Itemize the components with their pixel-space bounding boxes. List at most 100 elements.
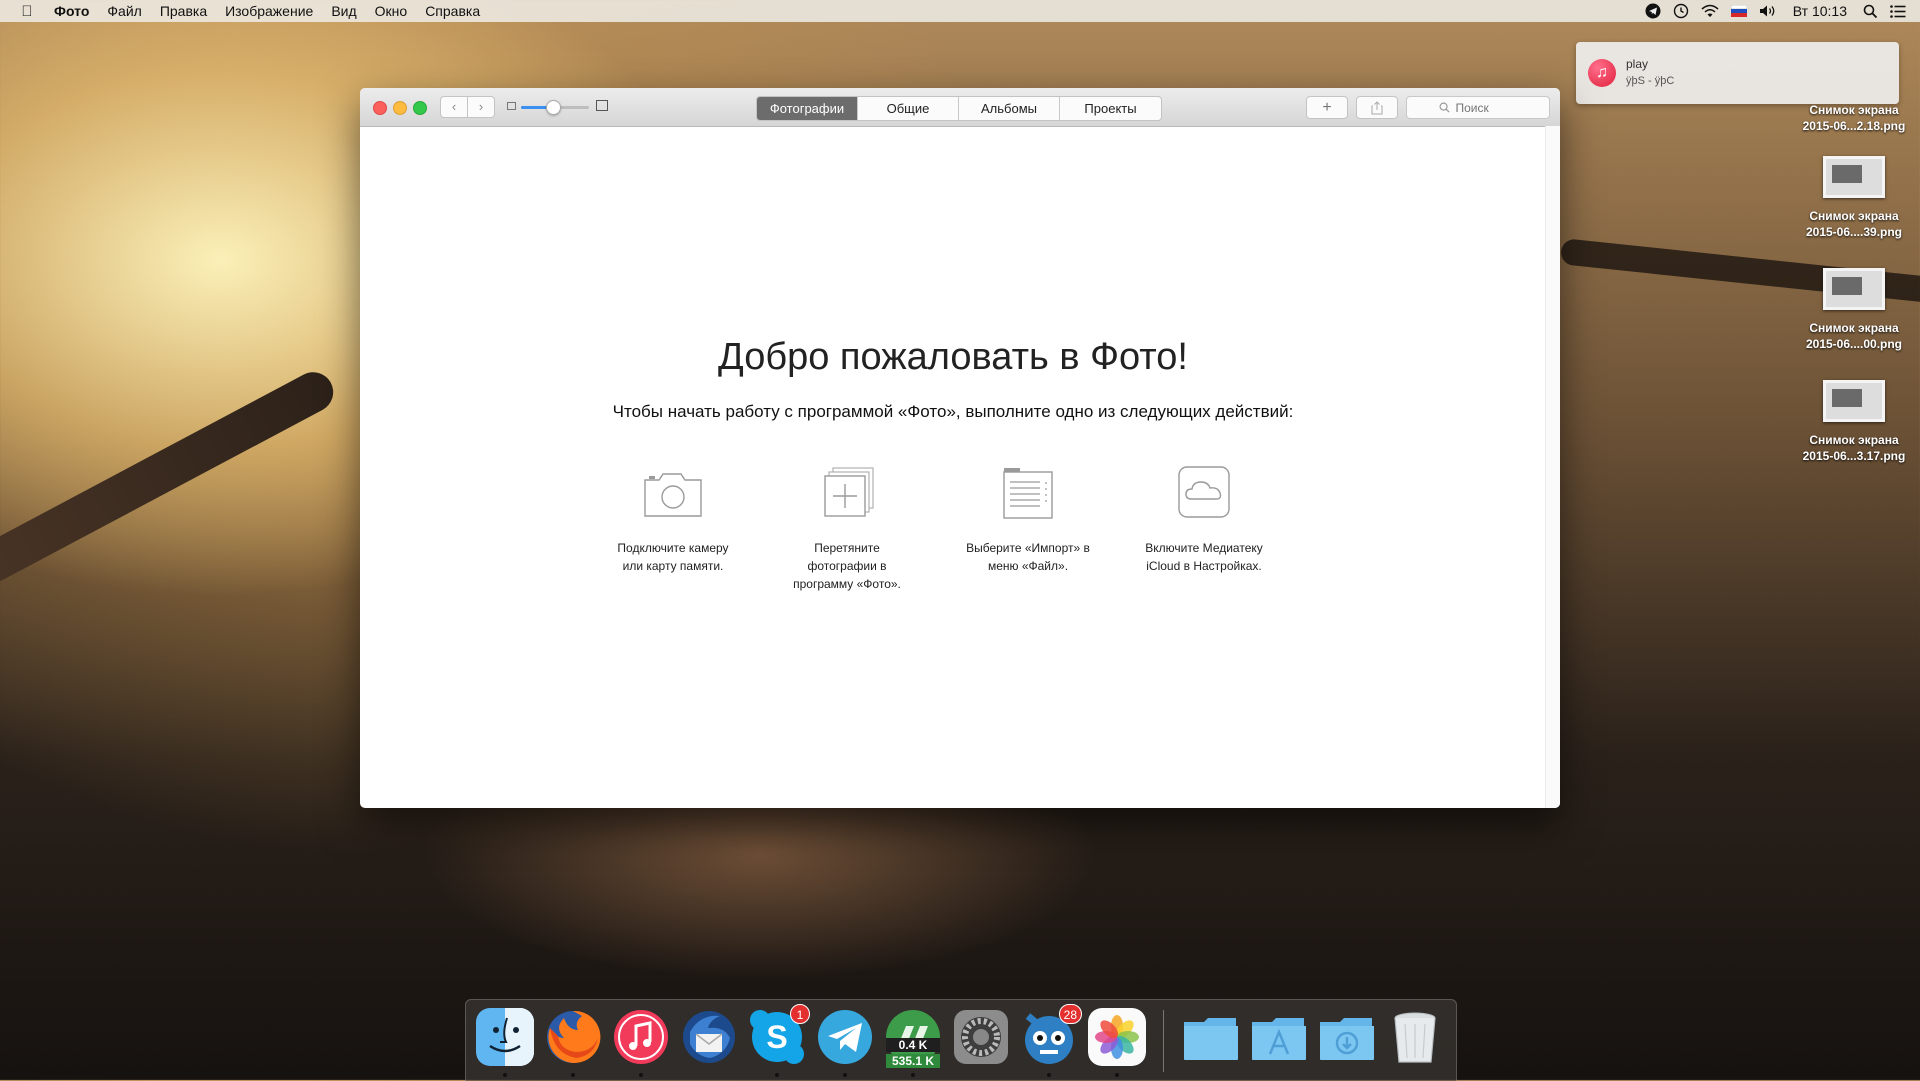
file-name-line1: Снимок экрана bbox=[1809, 433, 1899, 447]
thunderbird-icon bbox=[683, 1011, 735, 1063]
menu-help[interactable]: Справка bbox=[416, 3, 489, 19]
dock-photos[interactable] bbox=[1088, 1008, 1146, 1066]
notification-subtitle: ÿþS - ÿþC bbox=[1626, 75, 1675, 87]
drag-photos-icon bbox=[824, 467, 874, 517]
finder-icon bbox=[476, 1008, 534, 1066]
desktop-file-2[interactable]: Снимок экрана 2015-06....39.png bbox=[1789, 156, 1919, 240]
dock-telegram[interactable] bbox=[816, 1008, 874, 1066]
option-line: или карту памяти. bbox=[622, 559, 724, 573]
clock[interactable]: Вт 10:13 bbox=[1783, 3, 1857, 19]
minimize-button[interactable] bbox=[393, 101, 407, 115]
telegram-icon[interactable] bbox=[1639, 3, 1667, 19]
running-indicator bbox=[503, 1073, 507, 1077]
trash-icon bbox=[1394, 1012, 1436, 1063]
notification-center-icon[interactable] bbox=[1884, 4, 1920, 18]
tab-projects[interactable]: Проекты bbox=[1060, 97, 1161, 120]
dock-firefox[interactable] bbox=[544, 1008, 602, 1066]
menu-app-name[interactable]: Фото bbox=[38, 3, 98, 19]
desktop-file-label: Снимок экрана 2015-06....39.png bbox=[1789, 208, 1919, 240]
itunes-icon bbox=[614, 1010, 668, 1064]
downloads-folder-icon bbox=[1320, 1018, 1374, 1060]
running-indicator bbox=[775, 1073, 779, 1077]
dock-trash[interactable] bbox=[1386, 1008, 1444, 1066]
tab-shared[interactable]: Общие bbox=[858, 97, 959, 120]
share-icon bbox=[1371, 101, 1383, 115]
dock-downloads-folder[interactable] bbox=[1318, 1008, 1376, 1066]
search-input[interactable] bbox=[1453, 99, 1518, 116]
option-import-menu: Выберите «Импорт» в меню «Файл». bbox=[953, 466, 1103, 575]
dock-tweetbot[interactable]: 28 bbox=[1020, 1004, 1082, 1066]
chevron-left-icon: ‹ bbox=[451, 99, 457, 114]
tab-albums[interactable]: Альбомы bbox=[959, 97, 1060, 120]
notification-title: play bbox=[1626, 57, 1649, 71]
menu-bar:  Фото Файл Правка Изображение Вид Окно … bbox=[0, 0, 1920, 22]
tweetbot-badge: 28 bbox=[1058, 1004, 1082, 1024]
menu-window[interactable]: Окно bbox=[366, 3, 417, 19]
option-text: Включите Медиатеку iCloud в Настройках. bbox=[1129, 539, 1279, 575]
file-name-line2: 2015-06...3.17.png bbox=[1802, 449, 1906, 463]
dock-thunderbird[interactable] bbox=[680, 1008, 738, 1066]
volume-icon[interactable] bbox=[1753, 4, 1783, 18]
import-menu-icon bbox=[1003, 468, 1053, 519]
spotlight-icon[interactable] bbox=[1857, 4, 1884, 19]
running-indicator bbox=[639, 1073, 643, 1077]
running-indicator bbox=[843, 1073, 847, 1077]
menu-edit[interactable]: Правка bbox=[151, 3, 216, 19]
option-icloud-library: Включите Медиатеку iCloud в Настройках. bbox=[1129, 466, 1279, 575]
desktop-file-1[interactable]: Снимок экрана 2015-06...2.18.png bbox=[1789, 54, 1919, 134]
option-drag-photos: Перетяните фотографии в программу «Фото»… bbox=[772, 466, 922, 593]
option-line: Перетяните bbox=[814, 541, 880, 555]
file-name-line1: Снимок экрана bbox=[1809, 103, 1899, 117]
dock-applications-folder[interactable] bbox=[1250, 1008, 1308, 1066]
photos-window: ‹ › Фотографии Общие Альбомы Проекты + Д… bbox=[360, 88, 1560, 808]
fullscreen-button[interactable] bbox=[413, 101, 427, 115]
dock-documents-folder[interactable] bbox=[1182, 1008, 1240, 1066]
menu-view[interactable]: Вид bbox=[322, 3, 365, 19]
dock-separator bbox=[1163, 1010, 1164, 1072]
wifi-icon[interactable] bbox=[1695, 4, 1725, 18]
flag-ru-icon[interactable] bbox=[1725, 5, 1753, 17]
share-button[interactable] bbox=[1356, 96, 1398, 119]
close-button[interactable] bbox=[373, 101, 387, 115]
file-name-line2: 2015-06....00.png bbox=[1805, 337, 1903, 351]
dock-finder[interactable] bbox=[476, 1008, 534, 1066]
dock-skype[interactable]: S 1 bbox=[748, 1004, 810, 1066]
file-name-line2: 2015-06....39.png bbox=[1805, 225, 1903, 239]
apple-menu-icon[interactable]:  bbox=[16, 3, 38, 20]
photos-icon bbox=[1088, 1008, 1146, 1066]
menu-image[interactable]: Изображение bbox=[216, 3, 322, 19]
option-line: фотографии в bbox=[807, 559, 887, 573]
camera-icon bbox=[644, 473, 702, 517]
plus-icon: + bbox=[1322, 99, 1332, 116]
running-indicator bbox=[1047, 1073, 1051, 1077]
back-button[interactable]: ‹ bbox=[440, 96, 468, 118]
zoom-slider-knob[interactable] bbox=[545, 100, 561, 115]
download-speed: 535.1 K bbox=[886, 1054, 940, 1068]
dock-network-monitor[interactable]: 0.4 K 535.1 K bbox=[884, 1008, 942, 1068]
desktop-file-4[interactable]: Снимок экрана 2015-06...3.17.png bbox=[1789, 380, 1919, 464]
menu-file[interactable]: Файл bbox=[98, 3, 150, 19]
desktop-file-label: Снимок экрана 2015-06...3.17.png bbox=[1789, 432, 1919, 464]
option-line: меню «Файл». bbox=[987, 559, 1069, 573]
file-name-line1: Снимок экрана bbox=[1809, 321, 1899, 335]
search-field[interactable] bbox=[1406, 96, 1550, 119]
itunes-icon: ♫ bbox=[1588, 59, 1616, 87]
svg-text:S: S bbox=[766, 1019, 787, 1055]
time-machine-icon[interactable] bbox=[1667, 3, 1695, 19]
dock-system-preferences[interactable] bbox=[952, 1008, 1010, 1066]
desktop-file-label: Снимок экрана 2015-06....00.png bbox=[1789, 320, 1919, 352]
dock: S 1 0.4 K 535.1 K 28 bbox=[465, 999, 1457, 1081]
dock-itunes[interactable] bbox=[612, 1008, 670, 1066]
vertical-scrollbar[interactable] bbox=[1545, 126, 1560, 808]
running-indicator bbox=[571, 1073, 575, 1077]
forward-button[interactable]: › bbox=[467, 96, 495, 118]
option-connect-camera: Подключите камеру или карту памяти. bbox=[598, 466, 748, 575]
option-line: программу «Фото». bbox=[793, 577, 901, 591]
search-icon bbox=[1439, 102, 1450, 113]
tab-photos[interactable]: Фотографии bbox=[757, 97, 858, 120]
desktop-file-label: Снимок экрана 2015-06...2.18.png bbox=[1789, 102, 1919, 134]
option-line: Включите Медиатеку bbox=[1145, 541, 1263, 555]
add-button[interactable]: + bbox=[1306, 96, 1348, 119]
photos-content: Добро пожаловать в Фото! Чтобы начать ра… bbox=[360, 126, 1546, 808]
desktop-file-3[interactable]: Снимок экрана 2015-06....00.png bbox=[1789, 268, 1919, 352]
